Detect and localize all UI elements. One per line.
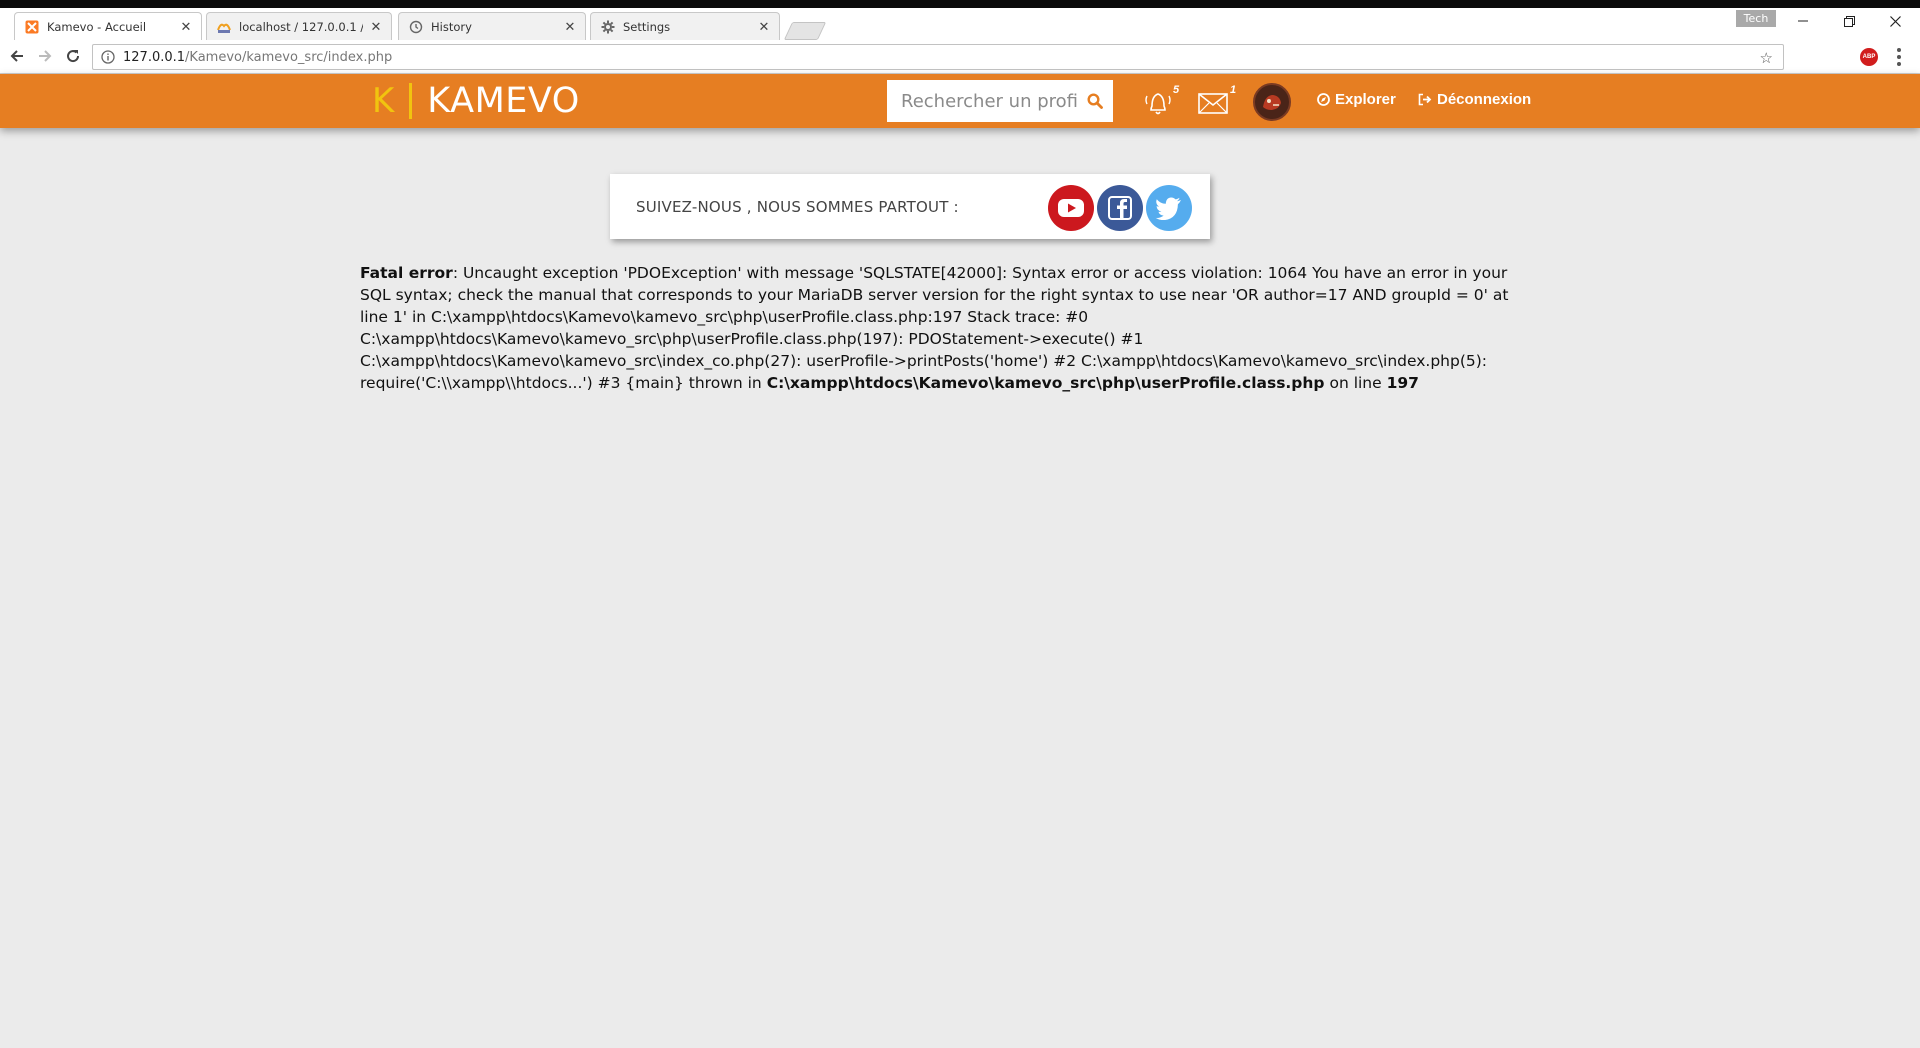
- xampp-favicon: [25, 20, 39, 34]
- site-logo[interactable]: K KAMEVO: [372, 80, 580, 122]
- avatar[interactable]: [1253, 83, 1291, 121]
- search-input[interactable]: [887, 81, 1077, 121]
- page-info-icon[interactable]: [101, 50, 115, 64]
- browser-profile-badge[interactable]: Tech: [1736, 10, 1776, 27]
- window-top-strip: [0, 0, 1920, 8]
- restore-icon[interactable]: [1826, 8, 1872, 34]
- php-fatal-error: Fatal error: Uncaught exception 'PDOExce…: [360, 262, 1520, 394]
- tab-history[interactable]: History ✕: [398, 12, 586, 40]
- close-window-icon[interactable]: [1872, 8, 1918, 34]
- error-label: Fatal error: [360, 264, 453, 282]
- tab-kamevo-accueil[interactable]: Kamevo - Accueil ✕: [14, 12, 202, 40]
- follow-us-box: SUIVEZ-NOUS , NOUS SOMMES PARTOUT :: [610, 174, 1210, 239]
- search-icon[interactable]: [1077, 81, 1113, 121]
- twitter-icon[interactable]: [1146, 185, 1192, 231]
- youtube-icon[interactable]: [1048, 185, 1094, 231]
- notifications-bell-icon[interactable]: [1140, 84, 1176, 120]
- notifications-count: 5: [1173, 84, 1180, 96]
- url-host: 127.0.0.1: [123, 49, 186, 65]
- adblock-extension-icon[interactable]: ABP: [1860, 48, 1878, 66]
- close-tab-icon[interactable]: ✕: [563, 19, 577, 34]
- back-icon[interactable]: [6, 45, 28, 67]
- error-file: C:\xampp\htdocs\Kamevo\kamevo_src\php\us…: [766, 374, 1325, 392]
- site-header: K KAMEVO 5 1: [0, 74, 1920, 128]
- logo-name: KAMEVO: [427, 81, 580, 121]
- tab-title: History: [431, 19, 472, 34]
- minimize-icon[interactable]: [1780, 8, 1826, 34]
- error-on-line: on line: [1324, 374, 1387, 392]
- follow-us-text: SUIVEZ-NOUS , NOUS SOMMES PARTOUT :: [636, 198, 959, 216]
- facebook-icon[interactable]: [1097, 185, 1143, 231]
- tab-phpmyadmin[interactable]: localhost / 127.0.0.1 / ka ✕: [206, 12, 392, 40]
- gear-icon: [601, 20, 615, 34]
- reload-icon[interactable]: [62, 45, 84, 67]
- error-line-number: 197: [1386, 374, 1419, 392]
- address-bar[interactable]: 127.0.0.1/Kamevo/kamevo_src/index.php ☆: [92, 44, 1784, 70]
- profile-search: [887, 80, 1113, 122]
- tab-title: Settings: [623, 19, 671, 34]
- browser-menu-icon[interactable]: [1896, 48, 1902, 66]
- messages-envelope-icon[interactable]: [1196, 86, 1232, 118]
- messages-count: 1: [1230, 84, 1237, 96]
- sign-out-icon: [1418, 93, 1432, 106]
- compass-icon: [1317, 93, 1330, 106]
- logo-divider: [409, 83, 413, 119]
- logo-letter: K: [372, 81, 395, 121]
- error-message: : Uncaught exception 'PDOException' with…: [360, 264, 1509, 392]
- explore-label: Explorer: [1335, 91, 1396, 108]
- logout-label: Déconnexion: [1437, 91, 1532, 108]
- logout-link[interactable]: Déconnexion: [1418, 91, 1531, 108]
- tab-title: localhost / 127.0.0.1 / ka: [239, 19, 363, 34]
- url-path: /Kamevo/kamevo_src/index.php: [185, 49, 393, 65]
- tab-settings[interactable]: Settings ✕: [590, 12, 780, 40]
- tab-strip: Kamevo - Accueil ✕ localhost / 127.0.0.1…: [0, 8, 1920, 40]
- bookmark-star-icon[interactable]: ☆: [1760, 49, 1773, 67]
- explore-link[interactable]: Explorer: [1317, 91, 1396, 108]
- forward-icon[interactable]: [34, 45, 56, 67]
- history-icon: [409, 20, 423, 34]
- browser-toolbar: 127.0.0.1/Kamevo/kamevo_src/index.php ☆ …: [0, 40, 1920, 74]
- tab-title: Kamevo - Accueil: [47, 19, 147, 34]
- phpmyadmin-favicon: [217, 20, 231, 34]
- close-tab-icon[interactable]: ✕: [369, 19, 383, 34]
- close-tab-icon[interactable]: ✕: [179, 19, 193, 34]
- new-tab-button[interactable]: [783, 22, 827, 40]
- close-tab-icon[interactable]: ✕: [757, 19, 771, 34]
